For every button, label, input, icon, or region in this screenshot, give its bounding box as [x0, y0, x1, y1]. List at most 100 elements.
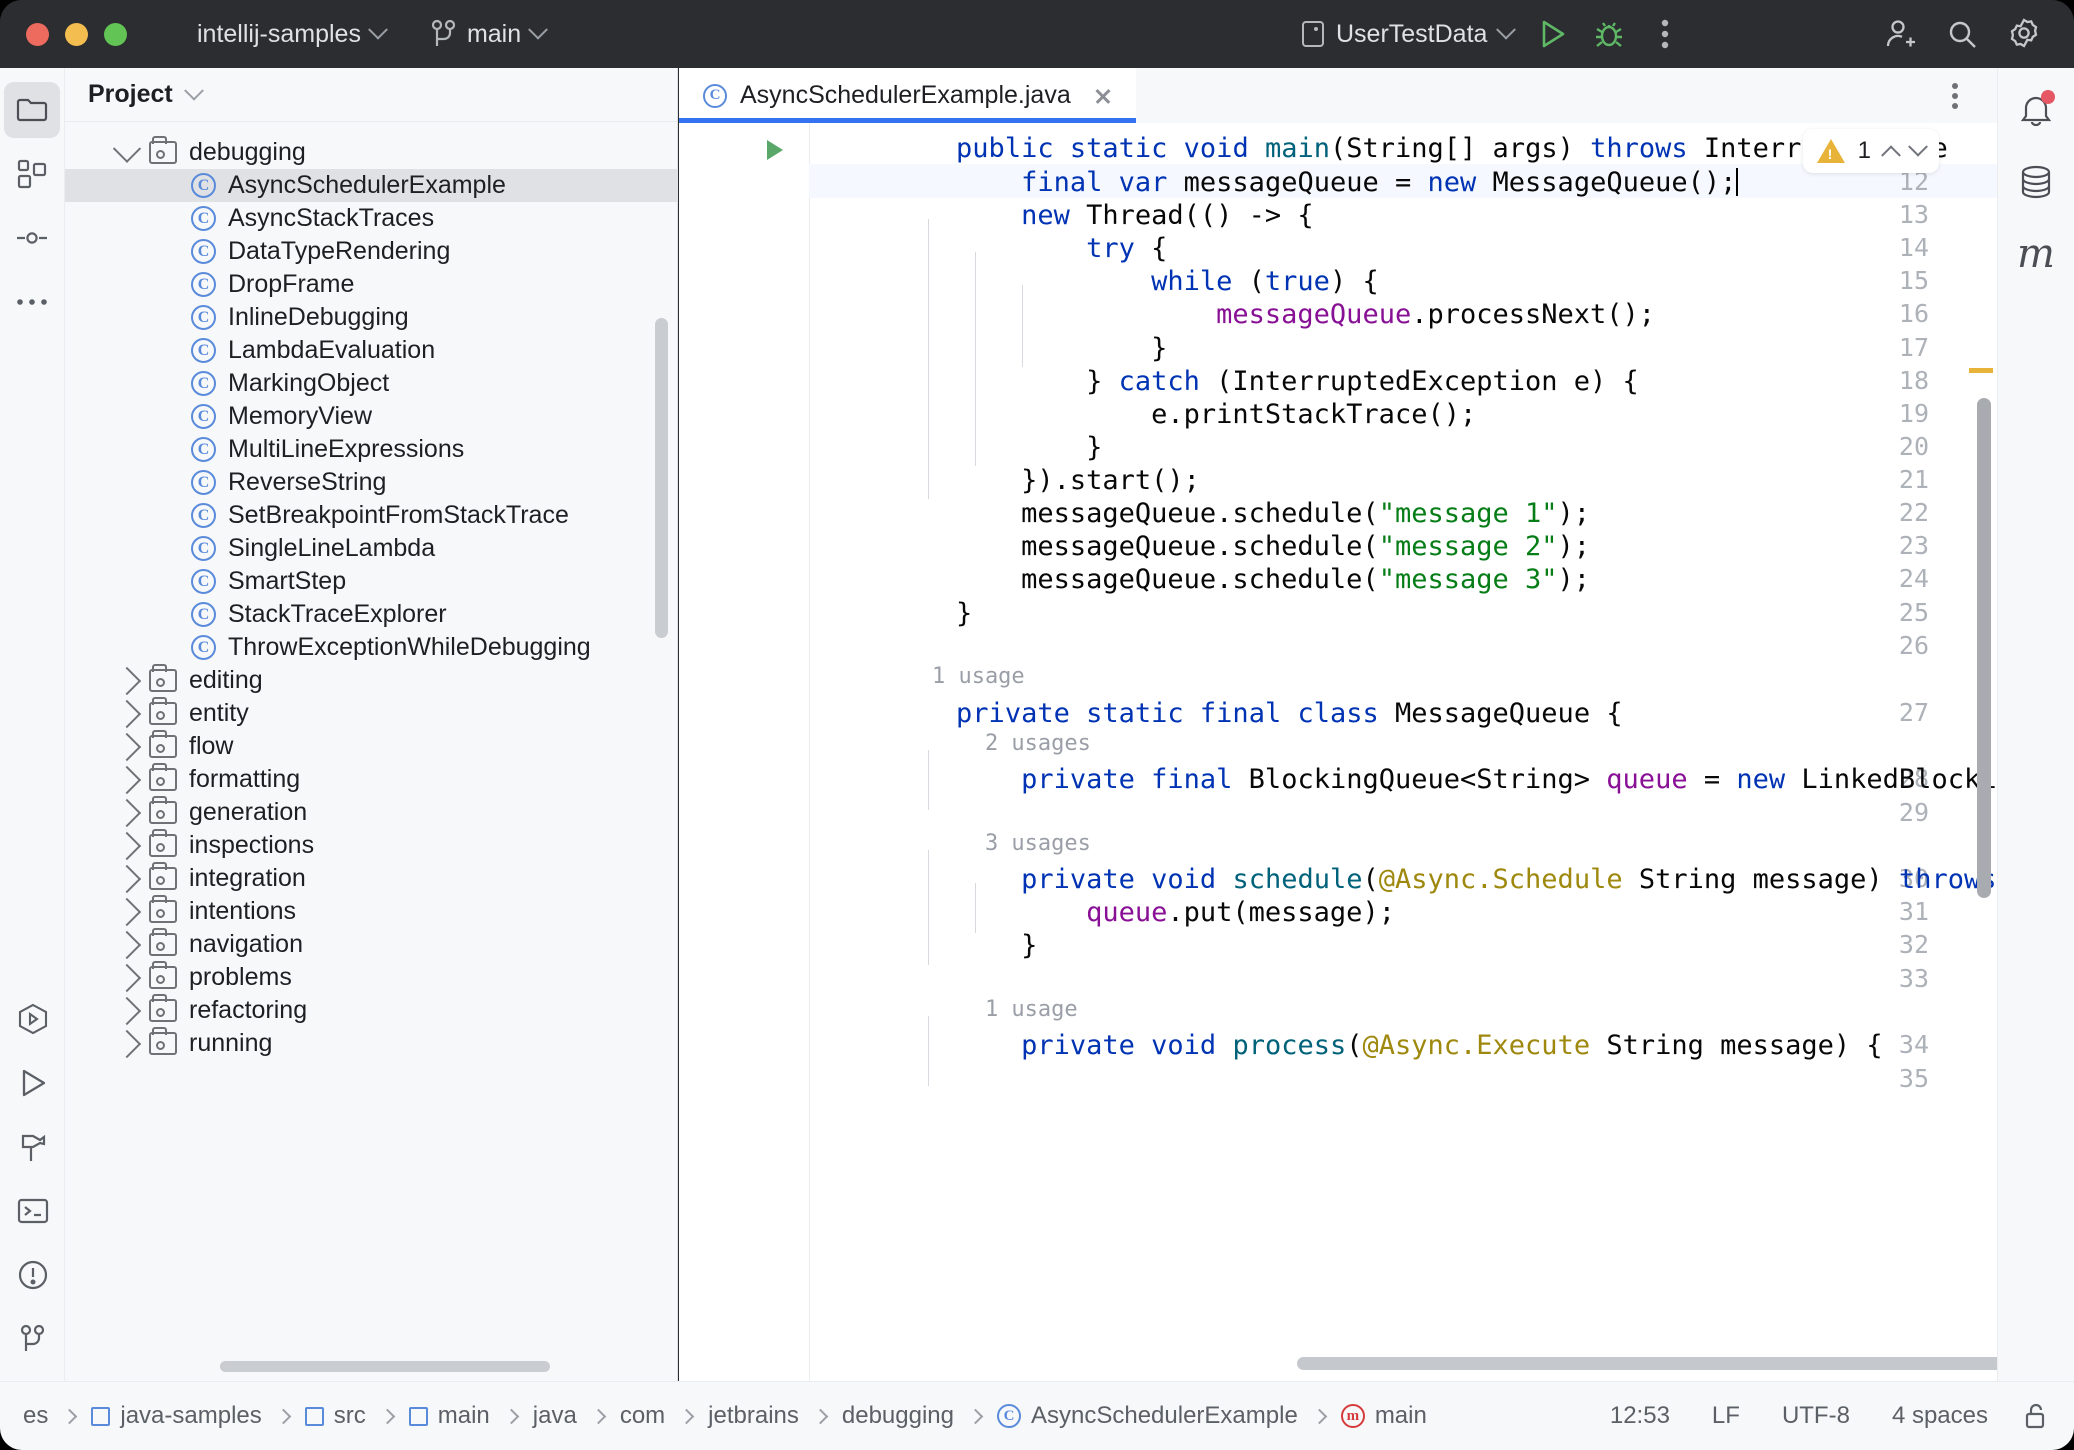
tree-node[interactable]: generation: [65, 796, 677, 829]
tree-node[interactable]: integration: [65, 862, 677, 895]
chevron-right-icon[interactable]: [105, 864, 149, 893]
usage-hint[interactable]: 2 usages: [809, 731, 1091, 756]
project-vertical-scrollbar[interactable]: [655, 318, 668, 638]
close-window-button[interactable]: [26, 22, 49, 46]
settings-button[interactable]: [1996, 6, 2052, 62]
maximize-window-button[interactable]: [104, 22, 127, 46]
project-selector[interactable]: intellij-samples: [187, 14, 395, 55]
tree-node[interactable]: C ThrowExceptionWhileDebugging: [65, 631, 677, 664]
editor-horizontal-scrollbar[interactable]: [1297, 1357, 1997, 1370]
tree-node[interactable]: inspections: [65, 829, 677, 862]
breadcrumb-item[interactable]: m main: [1332, 1398, 1436, 1434]
tree-node[interactable]: C DataTypeRendering: [65, 235, 677, 268]
tree-node[interactable]: C DropFrame: [65, 268, 677, 301]
project-horizontal-scrollbar[interactable]: [220, 1361, 550, 1372]
code-line[interactable]: }: [809, 432, 1997, 463]
inspection-widget[interactable]: 1: [1802, 129, 1939, 173]
code-line[interactable]: }).start();: [809, 465, 1997, 496]
code-line[interactable]: private final BlockingQueue<String> queu…: [809, 764, 1997, 795]
code-line[interactable]: messageQueue.schedule("message 1");: [809, 498, 1997, 529]
chevron-right-icon[interactable]: [105, 732, 149, 761]
usage-hint[interactable]: 1 usage: [809, 997, 1078, 1022]
rrail-item-notifications[interactable]: [2008, 82, 2064, 138]
tree-node[interactable]: refactoring: [65, 994, 677, 1027]
code-line[interactable]: }: [809, 598, 1997, 629]
sidebar-item-project[interactable]: [4, 82, 60, 138]
code-editor[interactable]: 1 11 public static void main(String[] ar…: [679, 123, 1997, 1381]
sidebar-item-problems[interactable]: [5, 1247, 61, 1303]
unlocked-icon[interactable]: [2024, 1402, 2050, 1430]
chevron-right-icon[interactable]: [105, 666, 149, 695]
rrail-item-database-tool-window[interactable]: [2008, 154, 2064, 210]
breadcrumb-item[interactable]: jetbrains: [699, 1398, 808, 1434]
breadcrumb-item[interactable]: debugging: [833, 1398, 963, 1434]
code-line[interactable]: private static final class MessageQueue …: [809, 698, 1997, 729]
sidebar-item-coverage[interactable]: [5, 991, 61, 1047]
tree-node[interactable]: C StackTraceExplorer: [65, 598, 677, 631]
chevron-right-icon[interactable]: [105, 798, 149, 827]
sidebar-item-commit[interactable]: [4, 210, 60, 266]
code-line[interactable]: messageQueue.schedule("message 2");: [809, 531, 1997, 562]
code-line[interactable]: } catch (InterruptedException e) {: [809, 366, 1997, 397]
breadcrumb-item[interactable]: java-samples: [82, 1398, 270, 1434]
code-line[interactable]: }: [809, 333, 1997, 364]
run-button[interactable]: [1525, 6, 1581, 62]
tree-node[interactable]: C LambdaEvaluation: [65, 334, 677, 367]
chevron-down-icon[interactable]: [105, 134, 149, 163]
debug-button[interactable]: [1581, 6, 1637, 62]
breadcrumb-item[interactable]: src: [296, 1398, 375, 1434]
tree-node[interactable]: flow: [65, 730, 677, 763]
rrail-item-maven-tool-window[interactable]: m: [2008, 226, 2064, 282]
code-line[interactable]: while (true) {: [809, 266, 1997, 297]
code-line[interactable]: private void schedule(@Async.Schedule St…: [809, 864, 1997, 895]
tree-node[interactable]: C InlineDebugging: [65, 301, 677, 334]
tree-node[interactable]: debugging: [65, 134, 677, 169]
tree-node[interactable]: C SmartStep: [65, 565, 677, 598]
chevron-right-icon[interactable]: [105, 765, 149, 794]
search-button[interactable]: [1934, 6, 1990, 62]
tree-node[interactable]: entity: [65, 697, 677, 730]
sidebar-item-run[interactable]: [5, 1055, 61, 1111]
chevron-right-icon[interactable]: [105, 897, 149, 926]
add-user-button[interactable]: [1872, 6, 1928, 62]
code-line[interactable]: e.printStackTrace();: [809, 399, 1997, 430]
sidebar-item-build[interactable]: [5, 1119, 61, 1175]
sidebar-item-structure[interactable]: [4, 146, 60, 202]
sidebar-item-more[interactable]: [4, 274, 60, 330]
breadcrumb-item[interactable]: main: [400, 1398, 499, 1434]
project-tree[interactable]: debugging C AsyncSchedulerExample C AsyncSta…: [65, 123, 677, 1353]
editor-options-button[interactable]: [1933, 68, 1977, 123]
indent-setting[interactable]: 4 spaces: [1886, 1398, 1994, 1434]
breadcrumb-item[interactable]: java: [524, 1398, 586, 1434]
next-problem-icon[interactable]: [1908, 136, 1928, 157]
usage-hint[interactable]: 1 usage: [809, 664, 1025, 689]
editor-tab[interactable]: C AsyncSchedulerExample.java: [679, 68, 1136, 123]
tree-node[interactable]: C MemoryView: [65, 400, 677, 433]
code-line[interactable]: messageQueue.processNext();: [809, 299, 1997, 330]
line-separator[interactable]: LF: [1706, 1398, 1746, 1434]
tree-node[interactable]: C MarkingObject: [65, 367, 677, 400]
breadcrumb[interactable]: es java-samples src main java com jetbrains deb…: [14, 1398, 1436, 1434]
file-encoding[interactable]: UTF-8: [1776, 1398, 1856, 1434]
chevron-down-icon[interactable]: [183, 80, 204, 101]
breadcrumb-item[interactable]: C AsyncSchedulerExample: [988, 1398, 1307, 1434]
more-run-options-button[interactable]: [1637, 6, 1693, 62]
tree-node[interactable]: C MultiLineExpressions: [65, 433, 677, 466]
tree-node[interactable]: formatting: [65, 763, 677, 796]
breadcrumb-item[interactable]: com: [611, 1398, 674, 1434]
code-line[interactable]: try {: [809, 233, 1997, 264]
chevron-right-icon[interactable]: [105, 831, 149, 860]
tree-node[interactable]: C ReverseString: [65, 466, 677, 499]
code-line[interactable]: }: [809, 930, 1997, 961]
run-gutter-icon[interactable]: [767, 140, 783, 160]
tree-node[interactable]: C AsyncStackTraces: [65, 202, 677, 235]
editor-warning-marker[interactable]: [1969, 368, 1993, 373]
tree-node[interactable]: problems: [65, 961, 677, 994]
chevron-right-icon[interactable]: [105, 963, 149, 992]
run-configuration-selector[interactable]: UserTestData: [1290, 14, 1525, 55]
sidebar-item-terminal[interactable]: [5, 1183, 61, 1239]
tree-node[interactable]: editing: [65, 664, 677, 697]
code-line[interactable]: messageQueue.schedule("message 3");: [809, 564, 1997, 595]
code-line[interactable]: private void process(@Async.Execute Stri…: [809, 1030, 1997, 1061]
caret-position[interactable]: 12:53: [1604, 1398, 1676, 1434]
